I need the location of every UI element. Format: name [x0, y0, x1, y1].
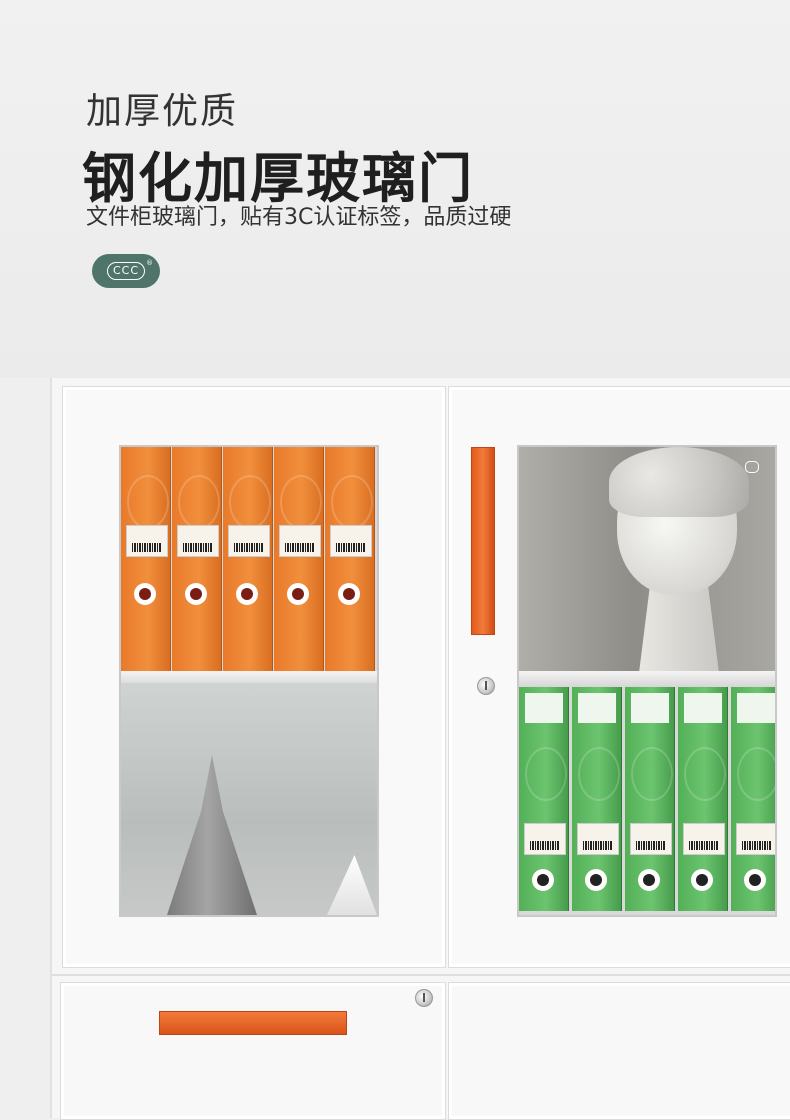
- glass-certification-mark: [745, 461, 759, 473]
- orange-binder: [121, 447, 171, 671]
- ccc-badge-text: CCC: [106, 262, 146, 280]
- cabinet-divider: [52, 974, 790, 976]
- hero-header: 加厚优质 钢化加厚玻璃门 文件柜玻璃门，贴有3C认证标签，品质过硬 CCC ®: [0, 0, 790, 378]
- green-binder: [519, 687, 569, 911]
- description: 文件柜玻璃门，贴有3C认证标签，品质过硬: [86, 205, 512, 230]
- lower-shelf-background: [121, 683, 377, 915]
- right-glass-pane: [517, 445, 777, 917]
- registered-mark: ®: [146, 259, 153, 267]
- door-handle[interactable]: [471, 447, 495, 635]
- lock-icon[interactable]: [477, 677, 495, 695]
- left-drawer: [60, 982, 446, 1120]
- green-binder-row: [519, 687, 775, 915]
- shelf: [519, 671, 775, 687]
- left-glass-door: [62, 386, 446, 968]
- green-binder: [625, 687, 675, 911]
- drawer-handle[interactable]: [159, 1011, 347, 1035]
- green-binder: [678, 687, 728, 911]
- right-glass-door: [448, 386, 790, 968]
- green-binder: [572, 687, 622, 911]
- subtitle: 加厚优质: [86, 91, 239, 132]
- left-glass-pane: [119, 445, 379, 917]
- orange-binder: [172, 447, 222, 671]
- right-drawer: [448, 982, 790, 1120]
- bust-hair: [609, 447, 749, 517]
- orange-binder: [325, 447, 375, 671]
- orange-binder: [223, 447, 273, 671]
- orange-binder: [274, 447, 324, 671]
- ccc-certification-icon: CCC ®: [92, 254, 160, 288]
- file-cabinet-photo: [50, 378, 790, 1120]
- green-binder: [731, 687, 775, 911]
- lock-icon[interactable]: [415, 989, 433, 1007]
